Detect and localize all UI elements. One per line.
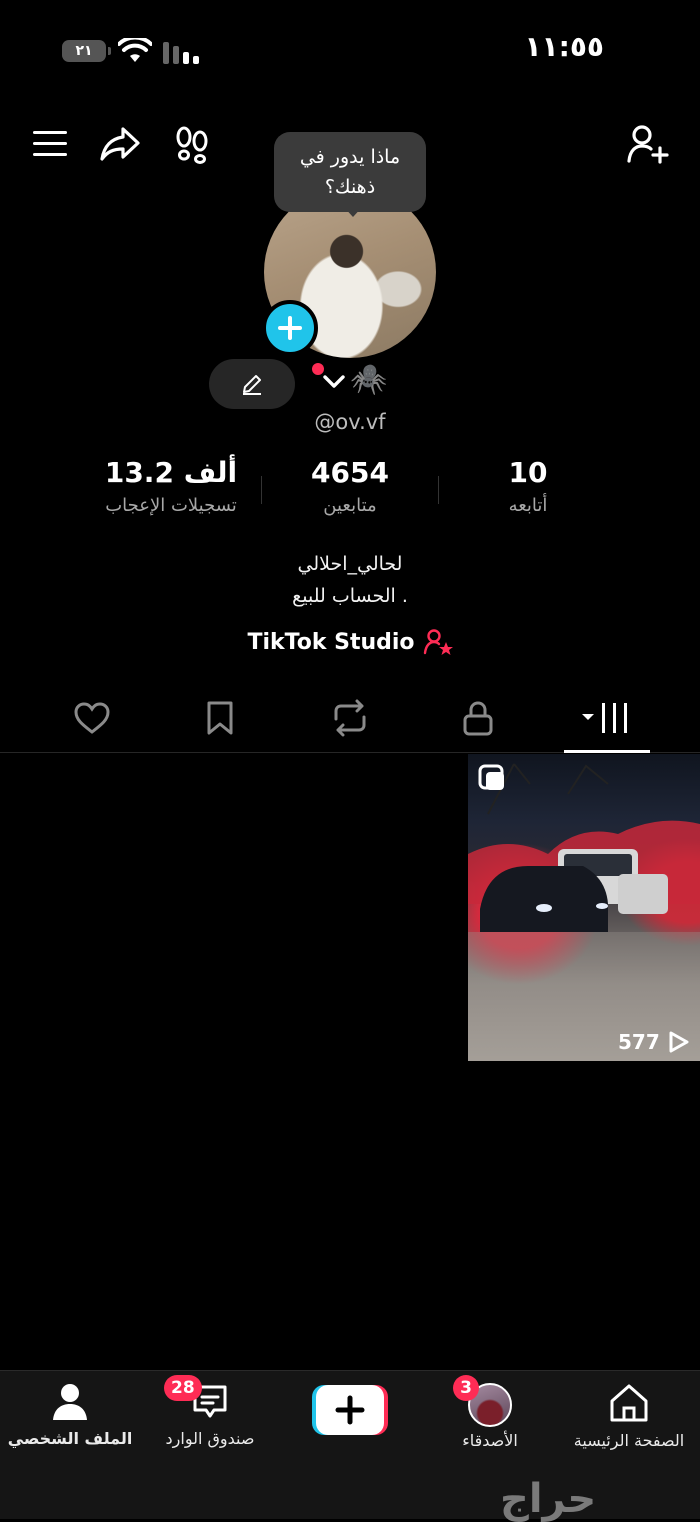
stat-following[interactable]: 10 أتابعه [488,456,568,516]
following-count: 10 [508,456,548,489]
likes-count: 13.2 ألف [104,456,238,489]
profile-tabs [0,690,700,753]
tab-private[interactable] [448,690,508,746]
inbox-badge: 28 [164,1375,202,1401]
tab-reposts[interactable] [320,690,380,746]
footprints-icon[interactable] [170,122,214,166]
videos-grid-icon [582,703,627,733]
signal-icon [162,40,200,64]
tab-liked[interactable] [62,690,122,746]
create-button[interactable] [312,1385,388,1435]
share-icon[interactable] [98,122,142,166]
battery-level: ٢١ [75,43,93,59]
following-label: أتابعه [508,495,548,516]
nav-profile-label: الملف الشخصي [7,1429,133,1448]
friends-badge: 3 [453,1375,479,1401]
nav-home[interactable]: الصفحة الرئيسية [564,1383,694,1450]
lock-icon [463,701,493,736]
profile-icon [53,1384,87,1420]
pencil-icon [243,375,261,395]
chevron-down-icon[interactable] [322,374,346,390]
add-story-button[interactable] [262,300,318,356]
video-thumbnail-image [468,763,700,1061]
view-count: 577 [618,1030,690,1054]
heart-icon [74,702,110,734]
wifi-icon [118,38,152,64]
watermark-logo: حراج [500,1476,598,1522]
bio-line-1: لحالي_احلالي [297,553,403,575]
stat-divider [438,476,439,504]
studio-label: TikTok Studio [247,629,415,655]
followers-label: متابعين [323,495,377,516]
stat-likes[interactable]: 13.2 ألف تسجيلات الإعجاب [86,456,256,516]
stat-followers[interactable]: 4654 متابعين [290,456,410,516]
repost-icon [334,699,366,737]
create-plus-icon [312,1385,388,1435]
profile-bio: لحالي_احلالي الحساب للبيع . [0,548,700,612]
home-icon [610,1384,648,1422]
tab-videos[interactable] [578,690,638,746]
bookmark-icon [207,701,233,735]
creator-star-icon [423,629,453,655]
nav-home-label: الصفحة الرئيسية [573,1431,685,1450]
video-thumbnail[interactable] [468,754,700,1061]
bubble-line-2: ذهنك؟ [324,176,376,198]
likes-label: تسجيلات الإعجاب [105,495,237,516]
username-emoji: 🕷️ [350,362,388,397]
bio-line-2: الحساب للبيع . [292,585,408,607]
add-friend-icon[interactable] [626,122,670,166]
edit-profile-button[interactable] [209,359,295,409]
status-prompt-bubble[interactable]: ماذا يدور في ذهنك؟ [274,132,426,212]
nav-inbox-label: صندوق الوارد [165,1429,255,1448]
stat-divider [261,476,262,504]
profile-handle: @ov.vf [314,410,386,434]
plus-icon [278,316,302,340]
bubble-line-1: ماذا يدور في [299,146,401,168]
active-tab-indicator [564,750,650,753]
play-icon [669,1031,689,1053]
nav-profile[interactable]: الملف الشخصي [7,1383,133,1448]
battery-icon: ٢١ [62,40,111,62]
menu-icon[interactable] [28,122,72,166]
tab-favorites[interactable] [190,690,250,746]
nav-friends[interactable]: الأصدقاء [430,1383,550,1450]
nav-friends-label: الأصدقاء [462,1431,518,1450]
tiktok-studio-link[interactable]: TikTok Studio [0,628,700,656]
clock: ١١:٥٥ [524,30,604,63]
view-count-value: 577 [618,1030,660,1054]
followers-count: 4654 [311,456,389,489]
